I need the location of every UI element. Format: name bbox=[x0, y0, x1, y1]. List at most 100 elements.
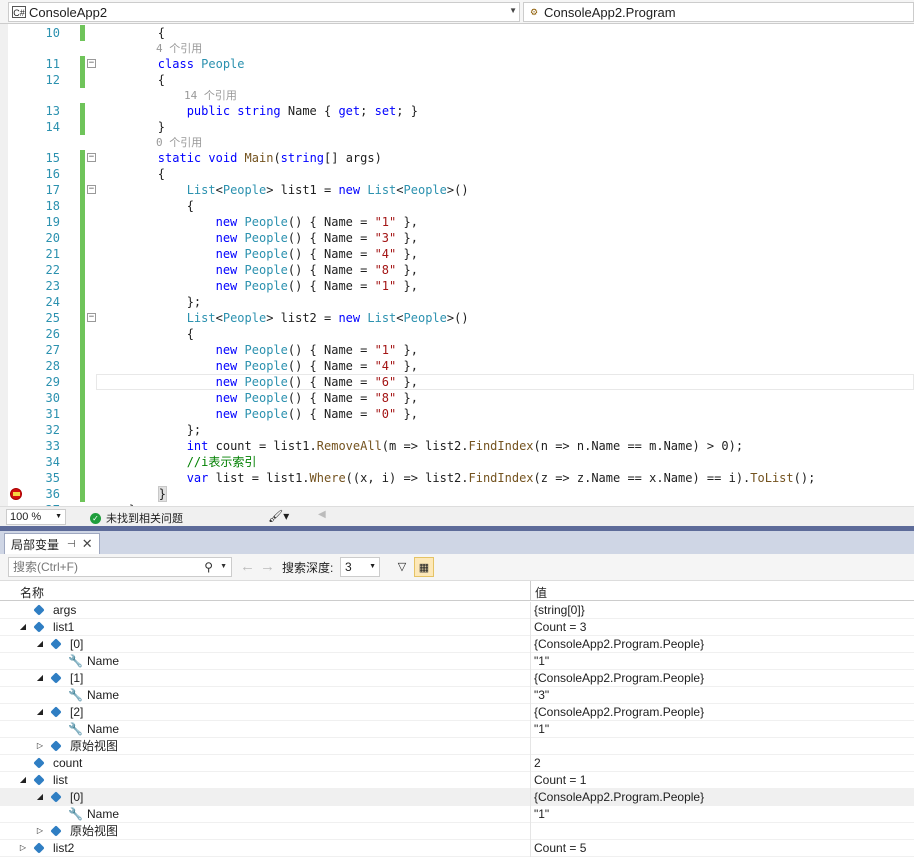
variable-value[interactable]: "1" bbox=[534, 806, 549, 822]
search-icon[interactable]: ⚲ bbox=[204, 558, 213, 576]
locals-row[interactable]: ◢ [2] {ConsoleApp2.Program.People} bbox=[0, 704, 914, 721]
variable-value[interactable]: {string[0]} bbox=[534, 602, 585, 618]
code-line[interactable]: 36 } bbox=[0, 486, 914, 502]
scroll-left-icon[interactable]: ◀ bbox=[318, 509, 326, 520]
chevron-down-icon[interactable]: ▼ bbox=[220, 558, 227, 576]
expanded-arrow-icon[interactable]: ◢ bbox=[18, 772, 28, 788]
locals-row[interactable]: 🔧 Name "3" bbox=[0, 687, 914, 704]
search-next-icon[interactable]: → bbox=[260, 558, 275, 575]
locals-row[interactable]: ▷ 原始视图 bbox=[0, 738, 914, 755]
code-line[interactable]: 13 public string Name { get; set; } bbox=[0, 103, 914, 119]
column-name-header[interactable]: 名称 bbox=[20, 584, 44, 601]
expanded-arrow-icon[interactable]: ◢ bbox=[35, 789, 45, 805]
class-scope-dropdown[interactable]: ⚙ ConsoleApp2.Program bbox=[523, 2, 914, 22]
code-line[interactable]: 32 }; bbox=[0, 422, 914, 438]
code-line[interactable]: 25− List<People> list2 = new List<People… bbox=[0, 310, 914, 326]
variable-value[interactable]: Count = 5 bbox=[534, 840, 586, 856]
code-line[interactable]: 24 }; bbox=[0, 294, 914, 310]
column-divider[interactable] bbox=[530, 581, 531, 601]
code-line[interactable]: 30 new People() { Name = "8" }, bbox=[0, 390, 914, 406]
codelens-references[interactable]: 0 个引用 bbox=[156, 135, 914, 150]
filter-icon[interactable]: ▽ bbox=[392, 557, 412, 577]
code-line[interactable]: 17− List<People> list1 = new List<People… bbox=[0, 182, 914, 198]
pin-icon[interactable]: ⊣ bbox=[67, 539, 76, 550]
code-line[interactable]: 22 new People() { Name = "8" }, bbox=[0, 262, 914, 278]
codelens-references[interactable]: 4 个引用 bbox=[156, 41, 914, 56]
code-line[interactable]: 18 { bbox=[0, 198, 914, 214]
variable-value[interactable]: {ConsoleApp2.Program.People} bbox=[534, 704, 704, 720]
locals-row[interactable]: ◢ [0] {ConsoleApp2.Program.People} bbox=[0, 636, 914, 653]
code-line[interactable]: 26 { bbox=[0, 326, 914, 342]
search-depth-label: 搜索深度: bbox=[282, 561, 334, 575]
expanded-arrow-icon[interactable]: ◢ bbox=[18, 619, 28, 635]
zoom-dropdown[interactable]: 100 % ▼ bbox=[6, 509, 66, 525]
variable-value[interactable]: "1" bbox=[534, 721, 549, 737]
locals-row[interactable]: 🔧 Name "1" bbox=[0, 721, 914, 738]
variable-value[interactable]: 2 bbox=[534, 755, 541, 771]
collapsed-arrow-icon[interactable]: ▷ bbox=[35, 823, 45, 839]
code-line[interactable]: 28 new People() { Name = "4" }, bbox=[0, 358, 914, 374]
locals-row[interactable]: ◢ list Count = 1 bbox=[0, 772, 914, 789]
issues-indicator[interactable]: ✓ 未找到相关问题 bbox=[90, 510, 183, 526]
column-value-header[interactable]: 值 bbox=[535, 584, 547, 601]
locals-row[interactable]: ◢ [1] {ConsoleApp2.Program.People} bbox=[0, 670, 914, 687]
code-line[interactable]: 16 { bbox=[0, 166, 914, 182]
code-line[interactable]: 35 var list = list1.Where((x, i) => list… bbox=[0, 470, 914, 486]
variable-value[interactable]: "3" bbox=[534, 687, 549, 703]
expanded-arrow-icon[interactable]: ◢ bbox=[35, 704, 45, 720]
variable-value[interactable]: "1" bbox=[534, 653, 549, 669]
collapsed-arrow-icon[interactable]: ▷ bbox=[18, 840, 28, 856]
code-token: }, bbox=[396, 359, 418, 373]
locals-row[interactable]: ▷ 原始视图 bbox=[0, 823, 914, 840]
code-editor[interactable]: 10 {4 个引用 11− class People 12 {14 个引用 13 pu… bbox=[0, 24, 914, 506]
code-cleanup-icon[interactable]: 🖌▾ bbox=[268, 509, 289, 523]
code-line[interactable]: 14 } bbox=[0, 119, 914, 135]
variable-value[interactable]: {ConsoleApp2.Program.People} bbox=[534, 789, 704, 805]
line-number: 30 bbox=[45, 391, 60, 405]
collapse-icon[interactable]: − bbox=[87, 153, 96, 162]
variable-value[interactable]: {ConsoleApp2.Program.People} bbox=[534, 670, 704, 686]
expanded-arrow-icon[interactable]: ◢ bbox=[35, 636, 45, 652]
code-line[interactable]: 10 { bbox=[0, 25, 914, 41]
locals-row[interactable]: ◢ list1 Count = 3 bbox=[0, 619, 914, 636]
breakpoint-current-statement-icon[interactable] bbox=[10, 488, 22, 500]
code-line[interactable]: 21 new People() { Name = "4" }, bbox=[0, 246, 914, 262]
code-line[interactable]: 20 new People() { Name = "3" }, bbox=[0, 230, 914, 246]
search-input[interactable]: 搜索(Ctrl+F) ⚲ ▼ bbox=[8, 557, 232, 577]
hex-display-icon[interactable]: ▦ bbox=[414, 557, 434, 577]
code-line[interactable]: 15 − static void Main(string[] args) bbox=[0, 150, 914, 166]
expanded-arrow-icon[interactable]: ◢ bbox=[35, 670, 45, 686]
code-line[interactable]: 19 new People() { Name = "1" }, bbox=[0, 214, 914, 230]
codelens-references[interactable]: 14 个引用 bbox=[184, 88, 914, 103]
code-line[interactable]: 27 new People() { Name = "1" }, bbox=[0, 342, 914, 358]
variable-value[interactable]: {ConsoleApp2.Program.People} bbox=[534, 636, 704, 652]
code-text: List<People> list2 = new List<People>() bbox=[100, 310, 469, 326]
locals-row[interactable]: 🔧 Name "1" bbox=[0, 653, 914, 670]
code-line[interactable]: 23 new People() { Name = "1" }, bbox=[0, 278, 914, 294]
locals-row[interactable]: args {string[0]} bbox=[0, 602, 914, 619]
code-line[interactable]: 11 − class People bbox=[0, 56, 914, 72]
locals-row[interactable]: ▷ list2 Count = 5 bbox=[0, 840, 914, 857]
search-depth-dropdown[interactable]: 3 ▼ bbox=[340, 557, 380, 577]
code-line[interactable]: 12 { bbox=[0, 72, 914, 88]
locals-row[interactable]: 🔧 Name "1" bbox=[0, 806, 914, 823]
project-dropdown[interactable]: C# ConsoleApp2 ▼ bbox=[8, 2, 520, 22]
locals-row[interactable]: count 2 bbox=[0, 755, 914, 772]
collapsed-arrow-icon[interactable]: ▷ bbox=[35, 738, 45, 754]
collapse-icon[interactable]: − bbox=[87, 185, 96, 194]
variable-value[interactable]: Count = 1 bbox=[534, 772, 586, 788]
code-line[interactable]: 34 //i表示索引 bbox=[0, 454, 914, 470]
collapse-icon[interactable]: − bbox=[87, 59, 96, 68]
locals-row[interactable]: ◢ [0] {ConsoleApp2.Program.People} bbox=[0, 789, 914, 806]
tab-locals[interactable]: 局部变量 ⊣ ✕ bbox=[4, 533, 100, 554]
close-icon[interactable]: ✕ bbox=[82, 536, 93, 552]
search-previous-icon[interactable]: ← bbox=[240, 558, 255, 575]
collapse-icon[interactable]: − bbox=[87, 313, 96, 322]
code-line[interactable]: 33 int count = list1.RemoveAll(m => list… bbox=[0, 438, 914, 454]
locals-grid[interactable]: 名称 值 args {string[0]} ◢ list1 Count = 3 ◢ [0] {… bbox=[0, 581, 914, 867]
code-line[interactable]: 29 new People() { Name = "6" }, bbox=[0, 374, 914, 390]
code-line[interactable]: 31 new People() { Name = "0" }, bbox=[0, 406, 914, 422]
variable-value[interactable]: Count = 3 bbox=[534, 619, 586, 635]
